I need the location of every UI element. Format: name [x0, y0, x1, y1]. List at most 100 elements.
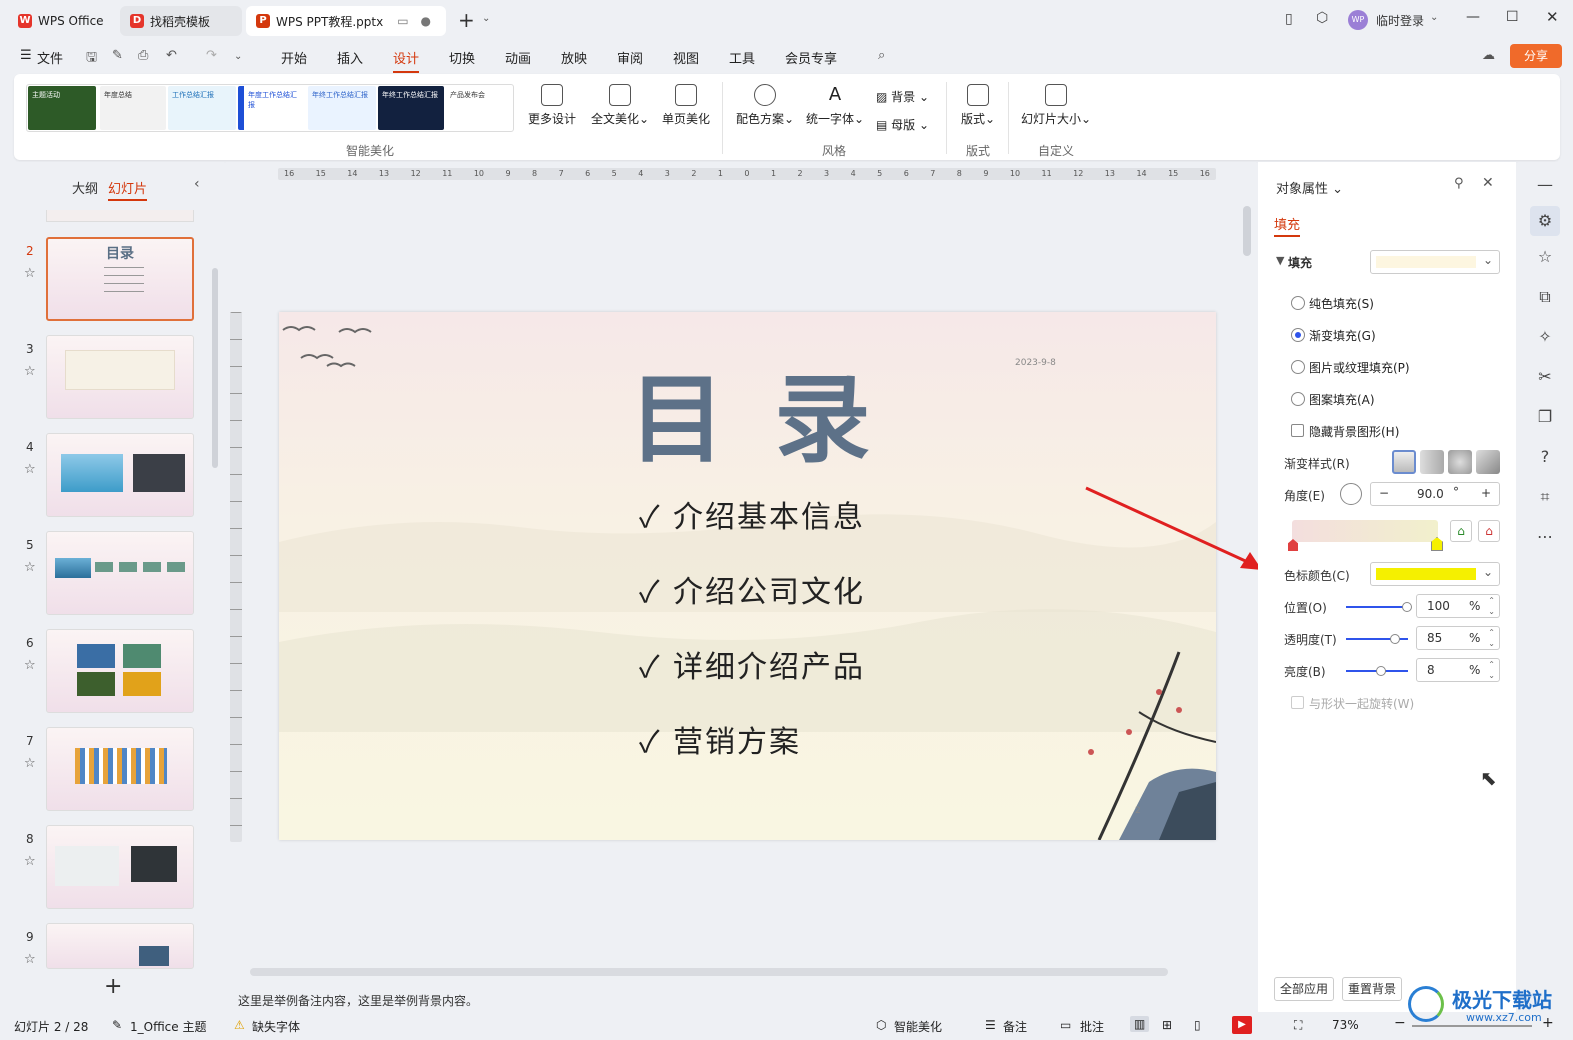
pin-icon[interactable]: ⚲ — [1454, 176, 1464, 191]
tab-ppt-file[interactable]: P WPS PPT教程.pptx ▭ ● — [246, 6, 446, 36]
star-icon[interactable]: ☆ — [24, 560, 36, 575]
menu-start[interactable]: 开始 — [281, 48, 307, 67]
radio-picture-fill[interactable] — [1291, 360, 1305, 374]
template-thumb[interactable]: 年度工作总结汇报 — [238, 86, 306, 130]
add-stop-icon[interactable]: ⌂ — [1450, 520, 1472, 542]
slide-thumbnail-partial[interactable] — [46, 210, 194, 222]
help-icon[interactable]: ? — [1534, 446, 1556, 468]
slider-knob[interactable] — [1390, 634, 1400, 644]
book-icon[interactable]: ❐ — [1534, 406, 1556, 428]
minimize-pane-icon[interactable]: — — [1534, 174, 1556, 196]
background-button[interactable]: ▨ 背景 ⌄ — [876, 88, 936, 105]
slide-thumbnail[interactable]: 目录 — [46, 237, 194, 321]
brightness-field[interactable]: 8 % ⌃ ⌄ — [1416, 658, 1500, 682]
more-icon[interactable]: ⋯ — [1534, 526, 1556, 548]
radio-pattern-fill[interactable] — [1291, 392, 1305, 406]
star-icon[interactable]: ☆ — [24, 756, 36, 771]
search-icon[interactable]: ⌕ — [878, 48, 885, 63]
gradient-bar[interactable] — [1292, 520, 1438, 542]
chevron-down-icon[interactable]: ⌄ — [234, 51, 242, 62]
animation-icon[interactable]: ✧ — [1534, 326, 1556, 348]
add-slide-button[interactable]: + — [104, 974, 122, 999]
slide-size-button[interactable]: 幻灯片大小⌄ — [1018, 84, 1094, 127]
close-icon[interactable]: ✕ — [1482, 175, 1494, 191]
transparency-field[interactable]: 85 % ⌃ ⌄ — [1416, 626, 1500, 650]
slide-thumbnail[interactable] — [46, 335, 194, 419]
delete-stop-icon[interactable]: ⌂ — [1478, 520, 1500, 542]
hide-bg-checkbox[interactable] — [1291, 424, 1304, 437]
format-painter-icon[interactable]: ✎ — [112, 48, 123, 63]
slider-knob[interactable] — [1402, 602, 1412, 612]
gradient-style-option[interactable] — [1476, 450, 1500, 474]
maximize-icon[interactable]: ☐ — [1506, 9, 1519, 25]
slide-thumbnail[interactable] — [46, 629, 194, 713]
gradient-style-linear[interactable] — [1392, 450, 1416, 474]
new-tab-button[interactable]: + — [458, 8, 475, 32]
menu-member[interactable]: 会员专享 — [785, 48, 837, 67]
radio-solid-fill[interactable] — [1291, 296, 1305, 310]
cloud-icon[interactable]: ☁ — [1482, 48, 1495, 63]
menu-view[interactable]: 视图 — [673, 48, 699, 67]
close-icon[interactable]: ✕ — [1546, 8, 1559, 26]
print-preview-icon[interactable]: ⎙ — [138, 48, 148, 63]
tools-icon[interactable]: ✂ — [1534, 366, 1556, 388]
save-icon[interactable]: 🖫 — [86, 48, 97, 70]
increment-button[interactable]: + — [1481, 486, 1491, 500]
fill-color-picker[interactable]: ⌄ — [1370, 250, 1500, 274]
apply-all-button[interactable]: 全部应用 — [1274, 977, 1334, 1001]
menu-design[interactable]: 设计 — [393, 48, 420, 73]
bullet-item[interactable]: ✓ 介绍公司文化 — [639, 567, 865, 611]
comments-button[interactable]: 批注 — [1080, 1018, 1104, 1035]
star-icon[interactable]: ☆ — [24, 266, 36, 281]
decrement-button[interactable]: − — [1379, 486, 1389, 500]
collapse-icon[interactable]: ‹ — [194, 176, 200, 192]
template-thumb[interactable]: 年终工作总结汇报 — [378, 86, 444, 130]
minimize-icon[interactable]: — — [1466, 9, 1480, 25]
notes-button[interactable]: 备注 — [1003, 1018, 1027, 1035]
reading-view-icon[interactable]: ▯ — [1194, 1018, 1201, 1032]
sidebar-toggle-icon[interactable]: ▯ — [1285, 11, 1293, 27]
login-button[interactable]: 临时登录 — [1376, 12, 1424, 29]
star-icon[interactable]: ☆ — [24, 658, 36, 673]
zoom-out-button[interactable]: − — [1394, 1015, 1406, 1031]
tab-slides[interactable]: 幻灯片 — [108, 178, 148, 201]
tab-docer[interactable]: D 找稻壳模板 — [120, 6, 242, 36]
undo-icon[interactable]: ↶ — [166, 48, 177, 63]
slide-thumbnail[interactable] — [46, 923, 194, 969]
radio-gradient-fill[interactable] — [1291, 328, 1305, 342]
normal-view-icon[interactable]: ▥ — [1130, 1016, 1150, 1032]
angle-stepper[interactable]: − 90.0 ° + — [1370, 482, 1500, 506]
gradient-style-option[interactable] — [1420, 450, 1444, 474]
slide[interactable]: 2023-9-8 目 录 ✓ 介绍基本信息 ✓ 介绍公司文化 ✓ 详细介绍产品 … — [279, 312, 1216, 840]
vertical-scrollbar[interactable] — [1243, 206, 1251, 256]
star-icon[interactable]: ☆ — [1534, 246, 1556, 268]
more-design-button[interactable]: 更多设计 — [526, 84, 578, 127]
star-icon[interactable]: ☆ — [24, 952, 36, 967]
unify-font-button[interactable]: A 统一字体⌄ — [804, 84, 866, 127]
reset-background-button[interactable]: 重置背景 — [1342, 977, 1402, 1001]
star-icon[interactable]: ☆ — [24, 364, 36, 379]
slide-thumbnail[interactable] — [46, 433, 194, 517]
slide-thumbnail[interactable] — [46, 825, 194, 909]
share-button[interactable]: 分享 — [1510, 44, 1562, 68]
zoom-level[interactable]: 73% — [1332, 1018, 1359, 1032]
gradient-style-option[interactable] — [1448, 450, 1472, 474]
avatar[interactable]: WP — [1348, 10, 1368, 30]
bullet-item[interactable]: ✓ 介绍基本信息 — [639, 492, 865, 536]
camera-icon[interactable]: ⌗ — [1534, 486, 1556, 508]
slider-knob[interactable] — [1376, 666, 1386, 676]
menu-transition[interactable]: 切换 — [449, 48, 475, 67]
spin-icon[interactable]: ⌃ ⌄ — [1488, 595, 1495, 617]
missing-font[interactable]: 缺失字体 — [252, 1018, 300, 1035]
template-thumb[interactable]: 产品发布会 — [446, 86, 512, 130]
stop-color-picker[interactable]: ⌄ — [1370, 562, 1500, 586]
panel-title[interactable]: 对象属性 ⌄ — [1276, 178, 1343, 197]
brightness-slider[interactable] — [1346, 666, 1408, 676]
star-icon[interactable]: ☆ — [24, 462, 36, 477]
menu-tools[interactable]: 工具 — [729, 48, 755, 67]
spin-icon[interactable]: ⌃ ⌄ — [1488, 659, 1495, 681]
position-slider[interactable] — [1346, 602, 1412, 612]
file-menu[interactable]: 文件 — [37, 48, 63, 67]
template-thumb[interactable]: 主题活动 — [28, 86, 96, 130]
chevron-down-icon[interactable]: ⌄ — [482, 13, 490, 24]
